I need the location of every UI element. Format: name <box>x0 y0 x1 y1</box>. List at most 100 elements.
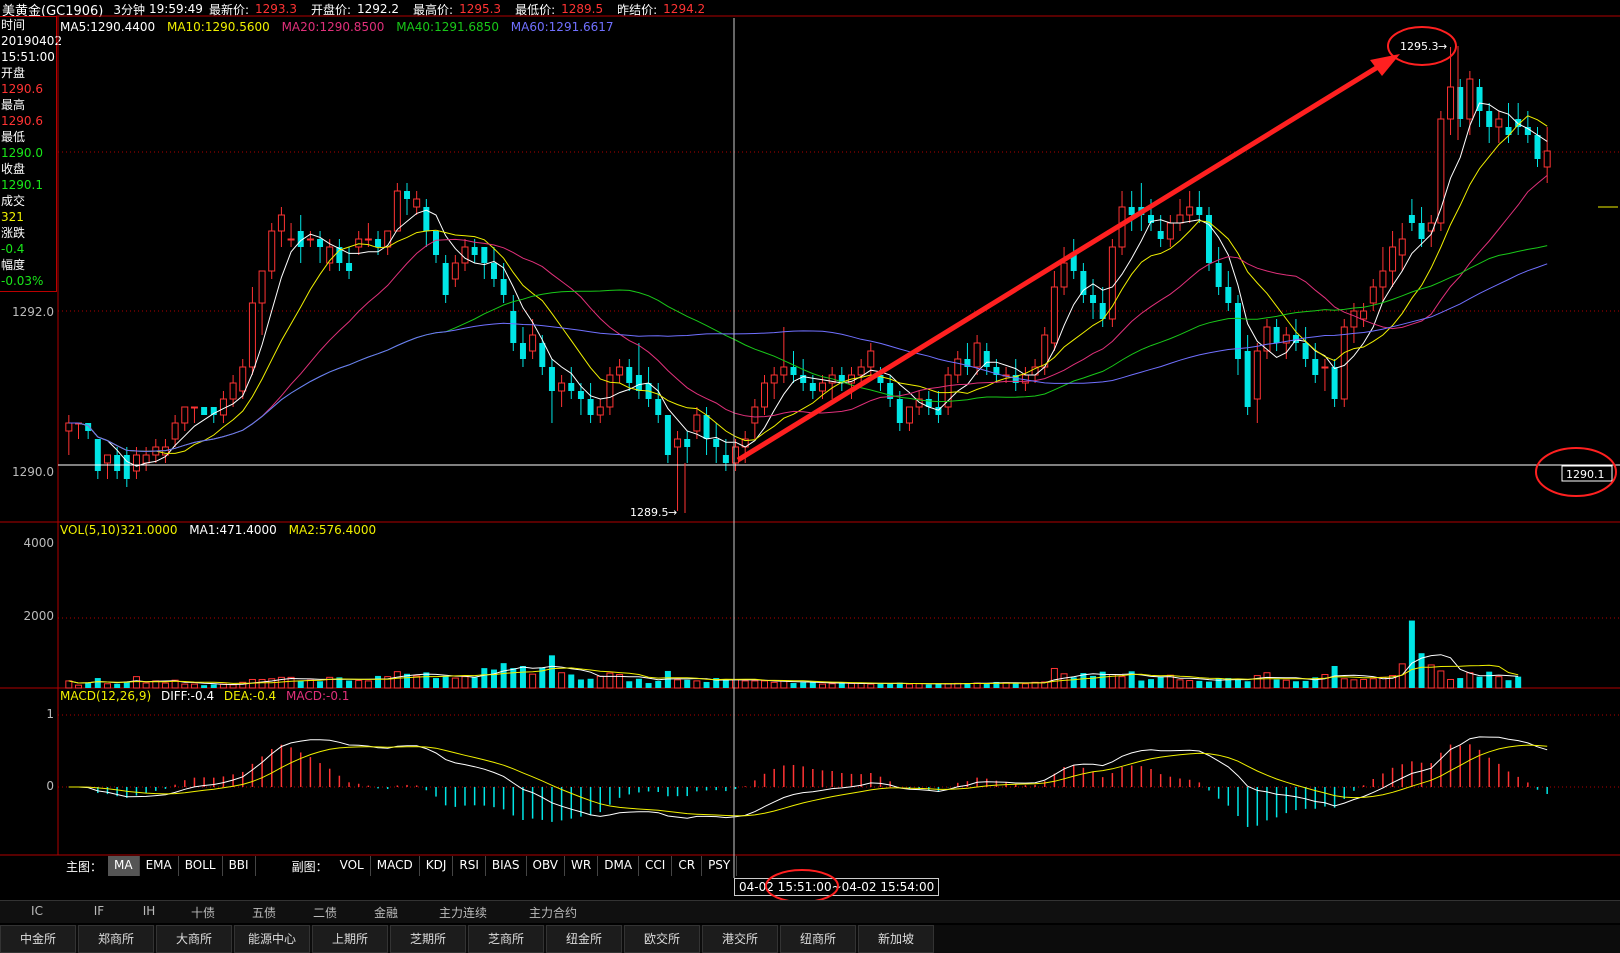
volume-bar <box>626 681 633 688</box>
category-ih[interactable]: IH <box>124 901 174 923</box>
ma20-legend: MA20:1290.8500 <box>282 20 385 34</box>
category-5y[interactable]: 五债 <box>232 901 296 923</box>
vol-legend-ma2: MA2:576.4000 <box>289 523 377 537</box>
candle-body <box>1234 303 1241 359</box>
exchange-czce[interactable]: 郑商所 <box>78 925 154 953</box>
btn-ema[interactable]: EMA <box>140 856 179 876</box>
btn-bias[interactable]: BIAS <box>486 856 527 876</box>
volume-bar <box>577 679 584 688</box>
candle-body <box>558 382 566 392</box>
macd-legend-val: MACD:-0.1 <box>286 689 349 703</box>
candle-body <box>142 454 150 464</box>
candle-body <box>732 446 740 464</box>
btn-boll[interactable]: BOLL <box>179 856 223 876</box>
btn-vol[interactable]: VOL <box>334 856 371 876</box>
candle-body <box>1166 222 1174 240</box>
exchange-dce[interactable]: 大商所 <box>156 925 232 953</box>
volume-bar <box>1360 678 1368 689</box>
btn-obv[interactable]: OBV <box>527 856 566 876</box>
exchange-cffex[interactable]: 中金所 <box>0 925 76 953</box>
btn-kdj[interactable]: KDJ <box>420 856 454 876</box>
volume-bar <box>1321 674 1329 689</box>
exchange-ice-eu[interactable]: 欧交所 <box>624 925 700 953</box>
ma5-legend: MA5:1290.4400 <box>60 20 155 34</box>
volume-bar <box>114 683 121 688</box>
candle-body <box>1253 350 1261 400</box>
ma60-line <box>68 263 1548 452</box>
volume-bar <box>375 675 382 688</box>
volume-bar <box>413 675 421 689</box>
category-main-continuous[interactable]: 主力连续 <box>418 901 508 923</box>
ma60-legend: MA60:1291.6617 <box>511 20 614 34</box>
volume-ma2-line <box>68 664 1519 685</box>
exchange-hkex[interactable]: 港交所 <box>702 925 778 953</box>
volume-bar <box>190 683 198 689</box>
ma5-line <box>68 102 1548 467</box>
candle-body <box>1302 343 1309 359</box>
candle-body <box>1273 327 1280 343</box>
volume-axis-upper: 4000 <box>23 536 54 550</box>
sub-chart-caption: 副图： <box>291 860 328 874</box>
category-if[interactable]: IF <box>74 901 124 923</box>
candle-body <box>577 391 584 399</box>
price-axis-upper: 1292.0 <box>12 305 54 319</box>
exchange-cme[interactable]: 芝商所 <box>468 925 544 953</box>
candle-body <box>1331 367 1338 399</box>
volume-bar <box>451 677 459 689</box>
volume-bar <box>317 681 324 688</box>
exchange-cbot[interactable]: 芝期所 <box>390 925 466 953</box>
volume-bar <box>1302 680 1309 688</box>
category-ic[interactable]: IC <box>0 901 74 923</box>
volume-bar <box>1148 679 1155 688</box>
category-finance[interactable]: 金融 <box>354 901 418 923</box>
candle-body <box>1244 351 1251 407</box>
volume-bar <box>741 680 749 689</box>
exchange-shfe[interactable]: 上期所 <box>312 925 388 953</box>
volume-bar <box>74 684 82 689</box>
candle-body <box>451 262 459 280</box>
volume-bar <box>1476 676 1483 688</box>
ma10-line <box>68 115 1548 454</box>
exchange-comex[interactable]: 纽金所 <box>546 925 622 953</box>
candle-body <box>954 358 962 376</box>
candle-body <box>1080 271 1087 295</box>
candle-body <box>1090 295 1097 303</box>
btn-wr[interactable]: WR <box>565 856 599 876</box>
macd-axis-zero: 0 <box>46 779 54 793</box>
volume-bar <box>132 676 140 689</box>
candle-body <box>896 399 903 423</box>
volume-bar <box>1138 680 1145 688</box>
btn-ma[interactable]: MA <box>108 856 140 876</box>
kline-chart[interactable]: 1292.0 1290.0 4000 2000 1 0 MA5:1290.440… <box>0 0 1620 900</box>
btn-cr[interactable]: CR <box>672 856 703 876</box>
volume-bar <box>1244 681 1251 688</box>
volume-bar <box>1263 672 1271 689</box>
volume-bar <box>770 681 778 689</box>
category-10y[interactable]: 十债 <box>174 901 232 923</box>
macd-layer <box>68 736 1548 827</box>
volume-bar <box>818 683 826 689</box>
volume-bar <box>1350 679 1358 689</box>
volume-bar <box>161 682 169 689</box>
candle-body <box>481 247 488 263</box>
category-2y[interactable]: 二债 <box>296 901 354 923</box>
candle-body <box>413 198 421 208</box>
category-main-contract[interactable]: 主力合约 <box>508 901 598 923</box>
volume-bar <box>306 679 314 689</box>
exchange-ine[interactable]: 能源中心 <box>234 925 310 953</box>
btn-cci[interactable]: CCI <box>639 856 673 876</box>
btn-rsi[interactable]: RSI <box>453 856 486 876</box>
exchange-nymex[interactable]: 纽商所 <box>780 925 856 953</box>
volume-bar <box>751 680 759 689</box>
exchange-sgx[interactable]: 新加坡 <box>858 925 934 953</box>
candle-body <box>1176 214 1184 224</box>
volume-bar <box>1118 676 1126 689</box>
btn-macd[interactable]: MACD <box>371 856 420 876</box>
btn-psy[interactable]: PSY <box>702 856 738 876</box>
candle-body <box>1398 238 1406 256</box>
ma40-legend: MA40:1291.6850 <box>396 20 499 34</box>
candle-body <box>655 399 662 415</box>
btn-bbi[interactable]: BBI <box>223 856 256 876</box>
volume-bar <box>1292 681 1299 688</box>
btn-dma[interactable]: DMA <box>598 856 640 876</box>
